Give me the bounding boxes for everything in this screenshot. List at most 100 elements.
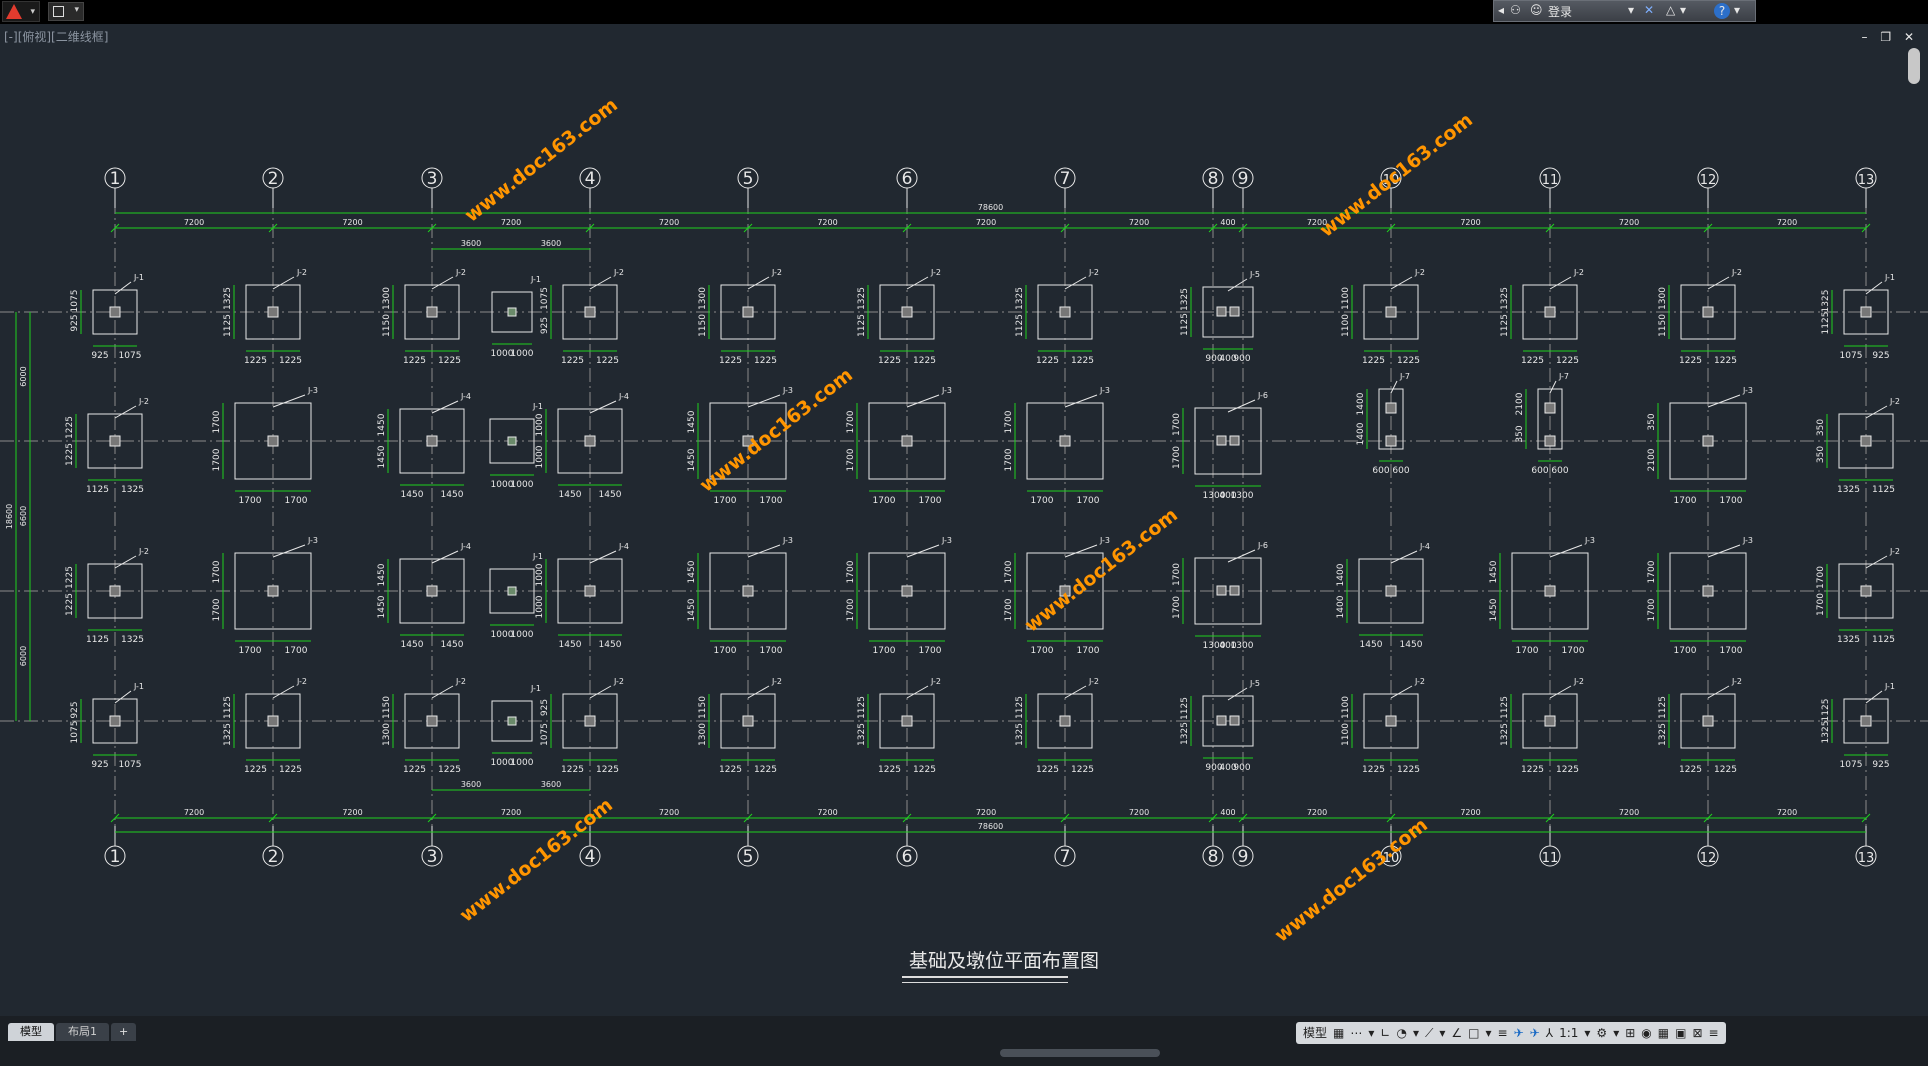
footing-dim-text: 1700 (1674, 496, 1697, 506)
status-tool-16-icon[interactable]: 1:1 (1559, 1022, 1578, 1044)
footing-side-dim-text: 1700 (1004, 448, 1014, 471)
footing-side-dim-text: 1325 (223, 723, 233, 746)
footing-side-dim-text: 1700 (1816, 566, 1826, 589)
footing-dim-text: 1225 (561, 765, 584, 775)
chevron-down-icon[interactable]: ▾ (1734, 3, 1740, 17)
chevron-down-icon[interactable]: ▾ (1680, 3, 1686, 17)
footing-dim-text: 1225 (719, 356, 742, 366)
footing-tag-leader (747, 544, 781, 558)
top-bay-dim-text: 7200 (1619, 218, 1639, 227)
binoculars-icon[interactable]: ⚇ (1510, 3, 1521, 17)
status-tool-8-icon[interactable]: ▾ (1439, 1022, 1445, 1044)
column-pier (267, 715, 279, 727)
footing-dim-text: 1700 (285, 496, 308, 506)
login-link[interactable]: 登录 (1548, 3, 1572, 20)
status-tool-20-icon[interactable]: ⊞ (1625, 1022, 1635, 1044)
status-tool-1-icon[interactable]: ▦ (1333, 1022, 1344, 1044)
footing-tag: J-2 (771, 677, 782, 686)
quick-access-toolbar[interactable]: ▾ (48, 2, 84, 21)
tab-layout-1[interactable]: 布局1 (56, 1023, 109, 1041)
status-tool-9-icon[interactable]: ∠ (1451, 1022, 1462, 1044)
horizontal-scrollbar[interactable] (1000, 1049, 1160, 1057)
chevron-down-icon[interactable]: ▾ (1628, 3, 1634, 17)
arrow-left-icon[interactable]: ◂ (1498, 3, 1504, 17)
status-tool-3-icon[interactable]: ▾ (1368, 1022, 1374, 1044)
footing-tag: J-7 (1399, 372, 1410, 381)
status-tool-23-icon[interactable]: ▣ (1675, 1022, 1686, 1044)
status-tool-0-icon[interactable]: 模型 (1303, 1022, 1327, 1044)
status-tool-13-icon[interactable]: ✈ (1514, 1022, 1524, 1044)
status-tool-21-icon[interactable]: ◉ (1641, 1022, 1651, 1044)
status-tool-5-icon[interactable]: ◔ (1396, 1022, 1406, 1044)
footing-tag-leader (431, 400, 459, 414)
footing-tag: J-6 (1257, 391, 1268, 400)
column-pier (1860, 715, 1872, 727)
footing-tag: J-2 (1088, 677, 1099, 686)
chevron-down-icon: ▾ (74, 5, 79, 15)
axis-label: 6 (902, 847, 913, 867)
footing-dim-text: 1700 (1516, 646, 1539, 656)
footing-tag: J-3 (941, 386, 952, 395)
footing-dim-text: 900 (1233, 354, 1250, 364)
bottom-bay-dim-text: 7200 (1460, 808, 1480, 817)
footing-tag-leader (747, 394, 781, 408)
chevron-down-icon: ▾ (30, 7, 35, 17)
tab-model[interactable]: 模型 (8, 1023, 54, 1041)
triangle-icon[interactable]: △ (1666, 3, 1675, 17)
status-tool-10-icon[interactable]: □ (1468, 1022, 1479, 1044)
status-tool-14-icon[interactable]: ✈ (1530, 1022, 1540, 1044)
footing-dim-text: 1225 (1036, 356, 1059, 366)
footing-side-dim-text: 925 (70, 314, 80, 331)
column-pier (584, 715, 596, 727)
footing-tag: J-2 (1573, 677, 1584, 686)
column-pier (742, 306, 754, 318)
exchange-icon[interactable]: ✕ (1644, 3, 1654, 17)
axis-label: 4 (585, 169, 596, 189)
footing-dim-text: 1700 (1077, 646, 1100, 656)
footing-tag-leader (747, 276, 770, 290)
axis-label: 9 (1238, 847, 1249, 867)
top-bay-dim-text: 7200 (501, 218, 521, 227)
footing-side-dim-text: 1700 (846, 598, 856, 621)
footing-dim-text: 1700 (760, 646, 783, 656)
drawing-canvas[interactable]: 1122334455667788991010111112121313786007… (0, 24, 1928, 1016)
footing-dim-text: 1700 (239, 496, 262, 506)
status-tool-19-icon[interactable]: ▾ (1613, 1022, 1619, 1044)
status-tool-17-icon[interactable]: ▾ (1584, 1022, 1590, 1044)
status-tool-4-icon[interactable]: ∟ (1380, 1022, 1390, 1044)
bottom-gap-dim-text: 400 (1220, 808, 1235, 817)
footing-dim-text: 1700 (873, 496, 896, 506)
footing-side-dim-text: 1325 (1015, 723, 1025, 746)
footing-side-dim-text: 1125 (1015, 696, 1025, 719)
footing-side-dim-text: 1125 (857, 696, 867, 719)
status-tool-6-icon[interactable]: ▾ (1413, 1022, 1419, 1044)
status-tool-15-icon[interactable]: ⅄ (1546, 1022, 1553, 1044)
status-tool-7-icon[interactable]: ⟋ (1425, 1022, 1433, 1044)
footing-side-dim-text: 1700 (1004, 410, 1014, 433)
help-icon[interactable]: ? (1714, 3, 1730, 19)
footing-dim-text: 1225 (279, 356, 302, 366)
status-tool-11-icon[interactable]: ▾ (1486, 1022, 1492, 1044)
footing-tag: J-3 (1099, 386, 1110, 395)
status-tool-2-icon[interactable]: ⋯ (1350, 1022, 1362, 1044)
status-tool-18-icon[interactable]: ⚙ (1596, 1022, 1607, 1044)
column-pier (267, 585, 279, 597)
bottom-sub-dim-text: 3600 (541, 780, 561, 789)
left-dim-text: 6000 (19, 366, 28, 386)
footing-tag: J-7 (1558, 372, 1569, 381)
column-pier (1702, 715, 1714, 727)
save-icon[interactable] (53, 6, 64, 17)
axis-label: 13 (1858, 173, 1875, 188)
top-overall-dim-text: 78600 (978, 203, 1003, 212)
footing-side-dim-text: 1700 (1647, 560, 1657, 583)
application-menu-button[interactable]: ▾ (2, 1, 40, 22)
status-tool-25-icon[interactable]: ≡ (1709, 1022, 1719, 1044)
status-tool-12-icon[interactable]: ≡ (1498, 1022, 1508, 1044)
add-layout-button[interactable]: + (111, 1023, 137, 1041)
status-tool-24-icon[interactable]: ⊠ (1692, 1022, 1702, 1044)
user-icon[interactable]: ☺ (1530, 3, 1543, 17)
footing-dim-text: 1700 (919, 496, 942, 506)
watermark-text: www.doc163.com (1316, 109, 1477, 242)
status-tool-22-icon[interactable]: ▦ (1658, 1022, 1669, 1044)
footing-dim-text: 925 (1872, 760, 1889, 770)
